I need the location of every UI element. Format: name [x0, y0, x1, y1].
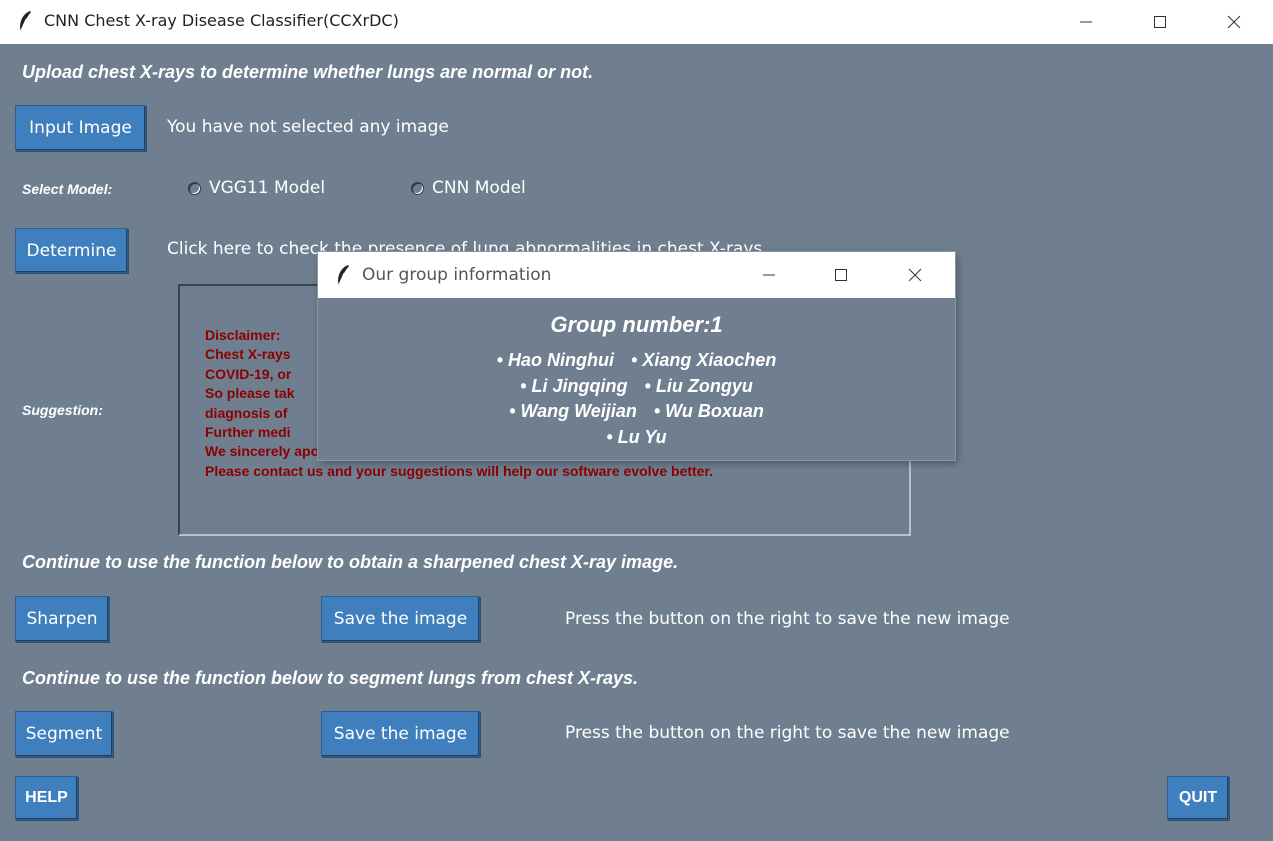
radio-button-icon[interactable] — [188, 181, 201, 195]
save-image-button-segment[interactable]: Save the image — [321, 711, 480, 757]
close-icon — [1227, 15, 1241, 29]
window-title: CNN Chest X-ray Disease Classifier(CCXrD… — [44, 11, 399, 30]
input-image-button[interactable]: Input Image — [15, 105, 146, 151]
minimize-icon — [763, 274, 775, 276]
radio-cnn-label: CNN Model — [432, 178, 526, 198]
member-name: Wu Boxuan — [665, 401, 764, 422]
bullet: • — [520, 375, 527, 396]
segment-button[interactable]: Segment — [15, 711, 113, 757]
dialog-title: Our group information — [362, 265, 552, 285]
quit-button[interactable]: QUIT — [1167, 776, 1229, 820]
member-name: Li Jingqing — [531, 375, 628, 396]
disclaimer-line: Please contact us and your suggestions w… — [205, 462, 714, 479]
bullet: • — [653, 401, 661, 422]
member-item: • Lu Yu — [606, 425, 666, 451]
member-item: • Li Jingqing — [520, 374, 627, 400]
radio-cnn[interactable]: CNN Model — [411, 178, 526, 198]
radio-vgg11[interactable]: VGG11 Model — [188, 178, 325, 198]
member-item: • Wang Weijian — [509, 399, 637, 425]
radio-button-icon[interactable] — [411, 181, 424, 195]
bullet: • — [509, 401, 516, 422]
select-model-label: Select Model: — [22, 181, 113, 197]
dialog-minimize-button[interactable] — [744, 252, 794, 298]
member-item: • Liu Zongyu — [645, 374, 753, 400]
suggestion-label: Suggestion: — [22, 402, 103, 418]
maximize-button[interactable] — [1135, 0, 1185, 44]
dialog-maximize-button[interactable] — [816, 252, 866, 298]
member-item: • Hao Ninghui — [497, 348, 614, 374]
segment-heading: Continue to use the function below to se… — [22, 668, 639, 688]
close-button[interactable] — [1209, 0, 1259, 44]
group-info-dialog[interactable]: Our group information Group number:1 • H… — [318, 252, 955, 460]
save-image-button-sharpen[interactable]: Save the image — [321, 596, 480, 642]
member-name: Xiang Xiaochen — [642, 350, 777, 370]
save-hint-sharpen: Press the button on the right to save th… — [565, 609, 1010, 629]
help-button[interactable]: HELP — [15, 776, 78, 820]
radio-vgg11-label: VGG11 Model — [209, 178, 326, 198]
bullet: • — [496, 350, 503, 370]
upload-heading: Upload chest X-rays to determine whether… — [22, 62, 594, 82]
maximize-icon — [1154, 16, 1166, 28]
bullet: • — [644, 375, 651, 396]
bullet: • — [630, 350, 638, 370]
feather-icon — [18, 10, 32, 32]
member-item: • Wu Boxuan — [654, 399, 764, 425]
maximize-icon — [835, 269, 847, 281]
minimize-button[interactable] — [1061, 0, 1111, 44]
member-name: Liu Zongyu — [655, 375, 753, 396]
member-name: Wang Weijian — [520, 401, 637, 422]
minimize-icon — [1080, 21, 1092, 23]
sharpen-button[interactable]: Sharpen — [15, 596, 109, 642]
dialog-title-bar[interactable]: Our group information — [318, 252, 955, 298]
member-item: • Xiang Xiaochen — [631, 348, 776, 374]
member-name: Hao Ninghui — [507, 350, 614, 370]
determine-button[interactable]: Determine — [15, 228, 128, 273]
bullet: • — [606, 427, 613, 448]
image-status-text: You have not selected any image — [167, 117, 449, 137]
group-members-list: • Hao Ninghui • Xiang Xiaochen • Li Jing… — [318, 348, 955, 451]
feather-icon — [336, 264, 350, 286]
close-icon — [908, 268, 922, 282]
member-name: Lu Yu — [617, 427, 667, 448]
dialog-close-button[interactable] — [890, 252, 940, 298]
group-number-heading: Group number:1 — [550, 312, 723, 337]
save-hint-segment: Press the button on the right to save th… — [565, 723, 1010, 743]
sharpen-heading: Continue to use the function below to ob… — [22, 552, 679, 572]
main-title-bar[interactable]: CNN Chest X-ray Disease Classifier(CCXrD… — [0, 0, 1273, 44]
